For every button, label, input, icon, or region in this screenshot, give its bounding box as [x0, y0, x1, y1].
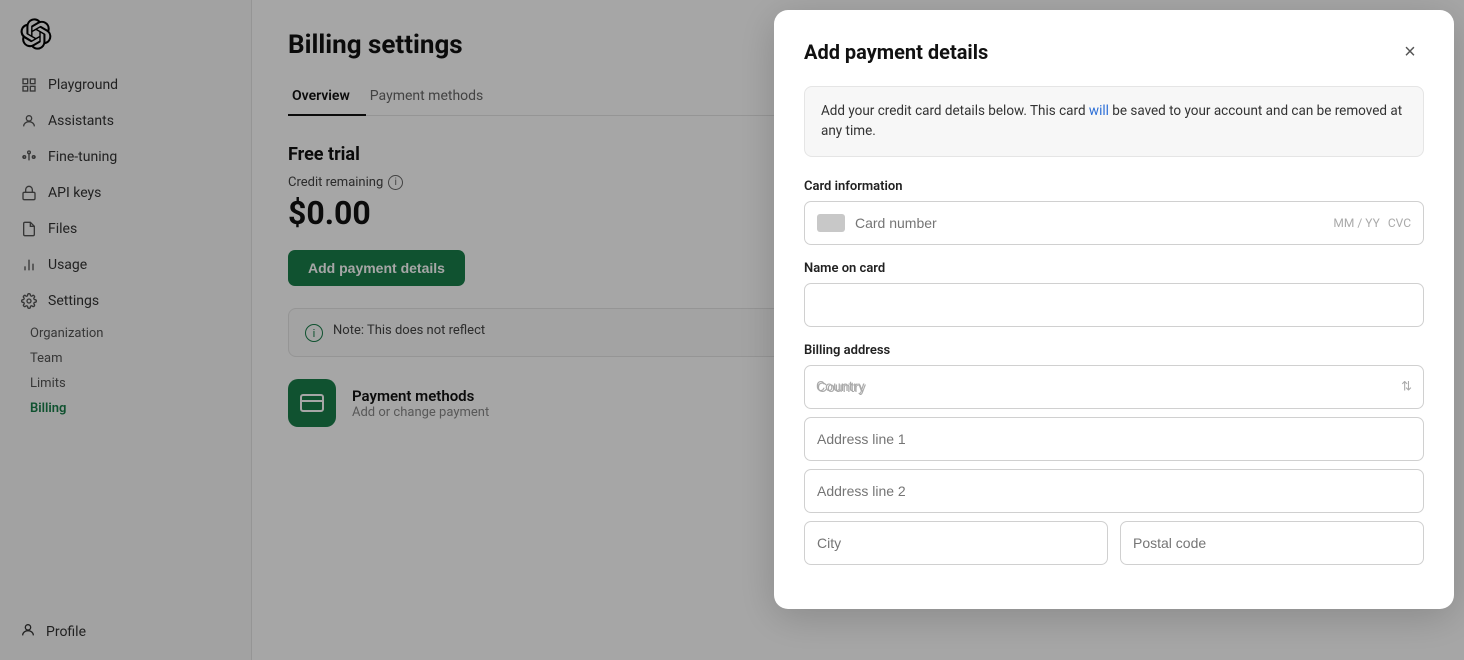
country-select[interactable]: Country	[804, 365, 1424, 409]
country-select-wrapper: Country Country	[804, 365, 1424, 409]
address1-wrapper	[804, 417, 1424, 461]
name-on-card-label: Name on card	[804, 261, 1424, 276]
address2-input[interactable]	[804, 469, 1424, 513]
modal-title: Add payment details	[804, 40, 988, 64]
card-placeholder-icon	[817, 214, 845, 232]
info-banner-text-prefix: Add your credit card details below. This…	[821, 103, 1089, 119]
close-modal-button[interactable]: ×	[1396, 38, 1424, 66]
card-info-label: Card information	[804, 179, 1424, 194]
name-on-card-input[interactable]	[804, 283, 1424, 327]
info-banner-link[interactable]: will	[1089, 103, 1109, 119]
address2-wrapper	[804, 469, 1424, 513]
add-payment-modal: Add payment details × Add your credit ca…	[774, 10, 1454, 609]
card-info-group: Card information MM / YY CVC	[804, 179, 1424, 245]
city-input[interactable]	[804, 521, 1108, 565]
city-postal-row	[804, 521, 1424, 565]
mm-yy-label: MM / YY	[1333, 216, 1379, 230]
modal-overlay[interactable]: Add payment details × Add your credit ca…	[0, 0, 1464, 660]
cvc-label: CVC	[1388, 216, 1411, 230]
card-right-labels: MM / YY CVC	[1333, 216, 1411, 230]
modal-header: Add payment details ×	[804, 38, 1424, 66]
info-banner: Add your credit card details below. This…	[804, 86, 1424, 157]
name-on-card-group: Name on card	[804, 261, 1424, 327]
billing-address-group: Billing address Country Country	[804, 343, 1424, 565]
card-number-wrapper[interactable]: MM / YY CVC	[804, 201, 1424, 245]
postal-input[interactable]	[1120, 521, 1424, 565]
billing-address-label: Billing address	[804, 343, 1424, 358]
card-number-input[interactable]	[855, 215, 1333, 231]
address1-input[interactable]	[804, 417, 1424, 461]
